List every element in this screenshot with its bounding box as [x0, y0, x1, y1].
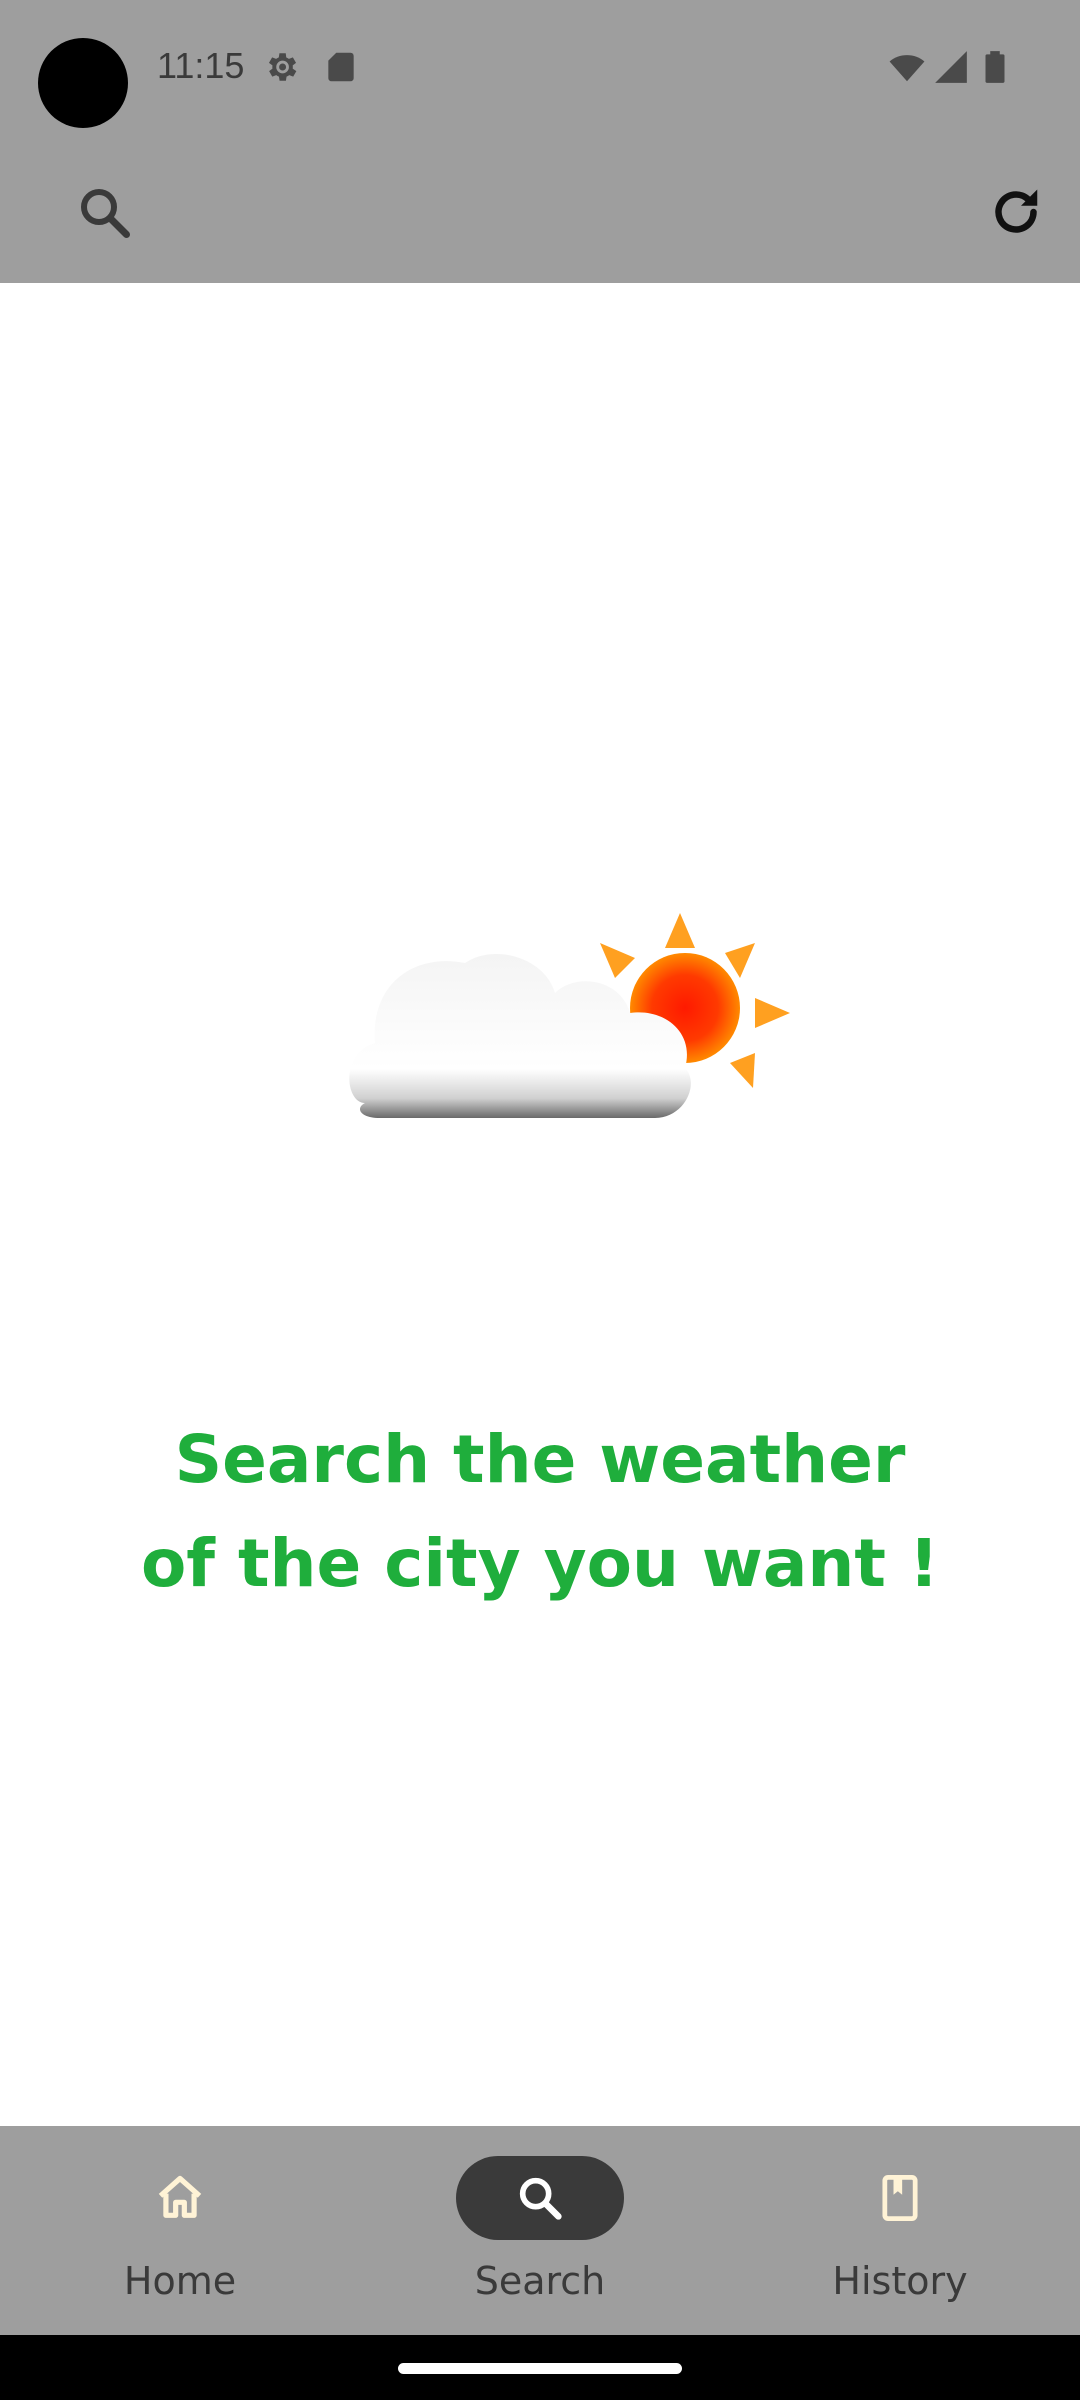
- nav-pill-home: [96, 2156, 264, 2240]
- sd-card-icon: [322, 48, 360, 86]
- search-button[interactable]: [60, 168, 148, 256]
- search-icon: [519, 2177, 562, 2220]
- top-bar: 11:15: [0, 0, 1080, 283]
- refresh-icon: [995, 189, 1038, 233]
- prompt-line-1: Search the weather: [174, 1421, 906, 1498]
- nav-pill-search: [456, 2156, 624, 2240]
- camera-cutout: [38, 38, 128, 128]
- partly-cloudy-icon: [335, 903, 795, 1183]
- main-content: Search the weather of the city you want …: [0, 283, 1080, 2126]
- nav-label-search: Search: [474, 2259, 606, 2303]
- nav-item-search[interactable]: Search: [360, 2126, 720, 2335]
- nav-label-home: Home: [123, 2259, 237, 2303]
- battery-icon: [976, 48, 1014, 86]
- settings-gear-icon: [262, 48, 300, 86]
- prompt-line-2: of the city you want !: [140, 1525, 940, 1602]
- wifi-icon: [888, 48, 926, 86]
- bottom-navigation: Home Search History: [0, 2126, 1080, 2335]
- gesture-handle[interactable]: [398, 2363, 682, 2374]
- system-gesture-bar: [0, 2335, 1080, 2400]
- status-time: 11:15: [157, 45, 245, 86]
- nav-item-history[interactable]: History: [720, 2126, 1080, 2335]
- bookmark-icon: [882, 2175, 918, 2221]
- status-bar: 11:15: [0, 0, 1080, 140]
- search-prompt: Search the weather of the city you want …: [90, 1408, 990, 1616]
- search-icon: [81, 189, 130, 238]
- nav-item-home[interactable]: Home: [0, 2126, 360, 2335]
- home-icon: [158, 2175, 202, 2218]
- nav-pill-history: [816, 2156, 984, 2240]
- nav-label-history: History: [832, 2259, 968, 2303]
- weather-app-screen: 11:15 Search the weather of the city you…: [0, 0, 1080, 2400]
- cellular-signal-icon: [932, 48, 970, 86]
- refresh-button[interactable]: [972, 168, 1060, 256]
